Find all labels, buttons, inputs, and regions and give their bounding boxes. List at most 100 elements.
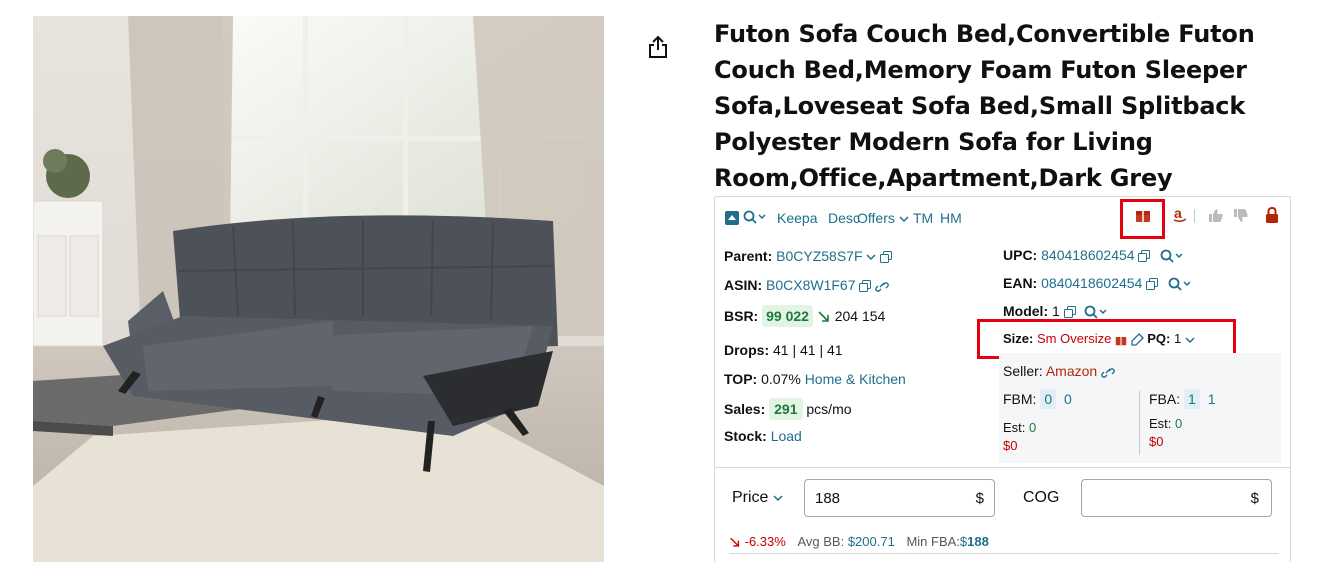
price-input[interactable]: 188 $ [804, 479, 995, 517]
svg-text:a: a [1174, 206, 1182, 221]
cog-input[interactable]: $ [1081, 479, 1272, 517]
thumbs-down-icon[interactable] [1233, 208, 1249, 228]
fbm-count[interactable]: 0 [1040, 389, 1057, 409]
price-label: Price [732, 489, 769, 506]
product-image[interactable] [33, 16, 604, 562]
avg-bb-label: Avg BB: [797, 534, 845, 549]
fba-label: FBA: [1149, 391, 1181, 407]
seller-label: Seller: [1003, 363, 1043, 379]
panel-toolbar: Keepa Desc Offers TM HM a [715, 197, 1290, 239]
drops-row: Drops: 41 | 41 | 41 [724, 341, 843, 359]
upc-value[interactable]: 840418602454 [1041, 247, 1134, 263]
futon-photo-graphic [33, 16, 604, 562]
copy-icon[interactable] [880, 251, 893, 264]
upc-row: UPC: 840418602454 [1003, 246, 1186, 264]
stock-label: Stock: [724, 428, 767, 444]
price-input-value: 188 [815, 490, 841, 507]
price-currency: $ [975, 490, 984, 507]
price-selector[interactable]: Price [732, 489, 783, 507]
sales-value: 291 [769, 398, 803, 420]
fba-row: FBA: 1 1 [1149, 389, 1216, 409]
divider [1139, 391, 1140, 455]
search-icon[interactable] [1084, 305, 1110, 319]
top-category-link[interactable]: Home & Kitchen [805, 371, 906, 387]
seller-row: Seller: Amazon [1003, 362, 1115, 380]
chevron-down-icon[interactable] [1185, 336, 1195, 344]
size-value: Sm Oversize [1036, 331, 1112, 346]
offers-link[interactable]: Offers [857, 210, 909, 226]
copy-icon[interactable] [1146, 278, 1159, 291]
chevron-down-icon[interactable] [866, 253, 876, 261]
size-row: Size: Sm Oversize PQ: 1 [1003, 330, 1195, 348]
fba-count[interactable]: 1 [1184, 389, 1200, 409]
drops-value: 41 | 41 | 41 [773, 342, 843, 358]
edit-icon[interactable] [1130, 333, 1144, 346]
model-row: Model: 1 [1003, 302, 1110, 320]
divider [1194, 209, 1196, 229]
top-row: TOP: 0.07% Home & Kitchen [724, 370, 906, 388]
arrow-down-icon [818, 311, 829, 323]
top-label: TOP: [724, 371, 758, 387]
cog-currency: $ [1250, 490, 1259, 507]
stock-row: Stock: Load [724, 427, 802, 445]
price-change: -6.33% [744, 534, 786, 549]
chevron-down-icon [773, 495, 783, 501]
fbm-row: FBM: 0 0 [1003, 389, 1072, 409]
fba-count-secondary[interactable]: 1 [1208, 391, 1216, 407]
upc-label: UPC: [1003, 247, 1038, 263]
hm-link[interactable]: HM [940, 210, 962, 226]
drops-label: Drops: [724, 342, 770, 358]
lock-icon[interactable] [1265, 206, 1279, 227]
keepa-link[interactable]: Keepa [777, 210, 817, 226]
fba-money: $0 [1149, 434, 1164, 449]
link-icon[interactable] [875, 280, 890, 293]
link-icon[interactable] [1101, 366, 1115, 379]
fba-est-value: 0 [1175, 416, 1183, 431]
ean-value[interactable]: 0840418602454 [1041, 275, 1142, 291]
copy-icon[interactable] [1138, 250, 1151, 263]
collapse-button[interactable] [725, 211, 739, 225]
asin-label: ASIN: [724, 277, 763, 293]
top-percent: 0.07% [761, 371, 801, 387]
fbm-est-label: Est: [1003, 420, 1026, 435]
offers-label: Offers [857, 210, 895, 226]
chevron-down-icon [899, 216, 909, 223]
fba-est: Est: 0 $0 [1149, 415, 1182, 451]
thumbs-up-icon[interactable] [1208, 207, 1224, 227]
asin-row: ASIN: B0CX8W1F67 [724, 276, 890, 294]
min-fba-value: 188 [967, 534, 989, 549]
share-icon[interactable] [646, 34, 670, 60]
fbm-est: Est: 0 $0 [1003, 419, 1036, 455]
copy-icon[interactable] [859, 280, 872, 293]
ean-row: EAN: 0840418602454 [1003, 274, 1194, 292]
search-icon[interactable] [1168, 277, 1194, 291]
package-icon [1115, 336, 1127, 345]
parent-row: Parent: B0CYZ58S7F [724, 247, 893, 265]
search-icon[interactable] [1160, 249, 1186, 263]
fbm-est-value: 0 [1029, 420, 1037, 435]
parent-label: Parent: [724, 248, 773, 264]
tm-link[interactable]: TM [913, 210, 933, 226]
seller-name-link[interactable]: Amazon [1046, 363, 1097, 379]
parent-asin-link[interactable]: B0CYZ58S7F [776, 248, 862, 264]
model-label: Model: [1003, 303, 1049, 319]
sales-label: Sales: [724, 401, 766, 417]
desc-link[interactable]: Desc [828, 210, 860, 226]
sales-unit: pcs/mo [806, 401, 852, 417]
seller-tool-panel: Keepa Desc Offers TM HM a Parent: B0CYZ5… [714, 196, 1291, 562]
price-stats: -6.33% Avg BB: $200.71 Min FBA:$188 [729, 533, 989, 551]
asin-link[interactable]: B0CX8W1F67 [766, 277, 855, 293]
fbm-count-secondary[interactable]: 0 [1064, 391, 1072, 407]
ean-label: EAN: [1003, 275, 1038, 291]
pq-label: PQ: [1147, 331, 1171, 346]
search-icon[interactable] [743, 208, 769, 224]
divider [715, 467, 1290, 468]
bsr-row: BSR: 99 022 204 154 [724, 305, 885, 327]
package-icon[interactable] [1135, 207, 1151, 227]
avg-bb-value: $200.71 [847, 534, 895, 549]
amazon-icon[interactable]: a [1172, 205, 1188, 226]
bsr-label: BSR: [724, 308, 759, 324]
copy-icon[interactable] [1063, 306, 1076, 319]
fba-est-label: Est: [1149, 416, 1172, 431]
stock-load-link[interactable]: Load [771, 428, 802, 444]
